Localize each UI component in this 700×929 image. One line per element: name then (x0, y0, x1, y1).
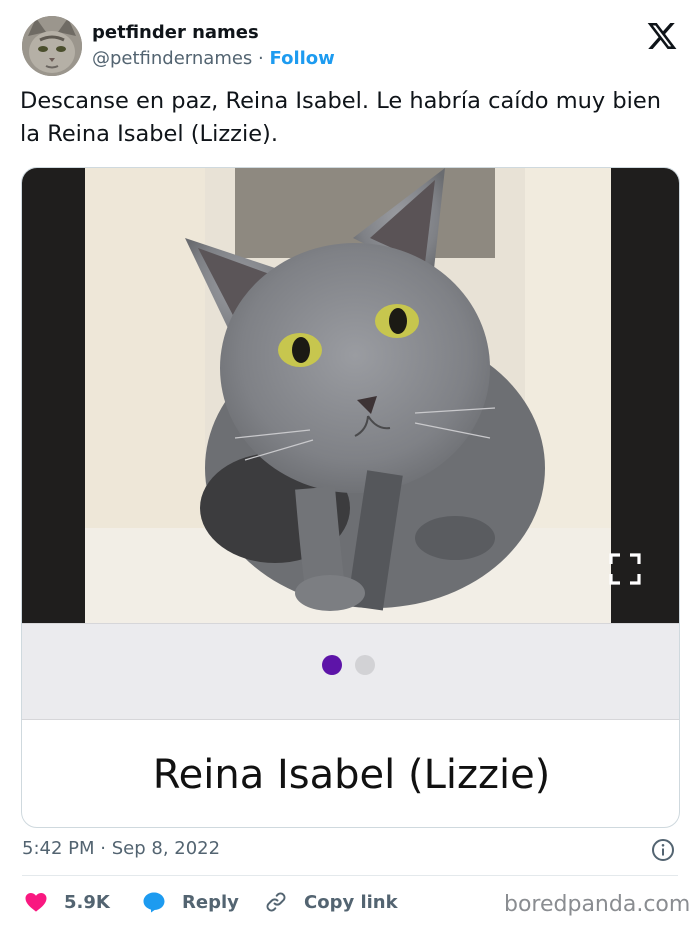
copy-link-label: Copy link (304, 891, 398, 913)
author-name[interactable]: petfinder names (92, 22, 259, 43)
timestamp-separator: · (100, 838, 106, 859)
info-icon[interactable] (651, 838, 675, 862)
author-handle[interactable]: @petfindernames (92, 48, 252, 69)
carousel-indicator (22, 623, 679, 720)
tweet-timestamp[interactable]: 5:42 PM · Sep 8, 2022 (22, 838, 220, 859)
link-card[interactable]: Reina Isabel (Lizzie) (21, 167, 680, 828)
tweet-time: 5:42 PM (22, 838, 95, 859)
like-button[interactable]: 5.9K (24, 888, 110, 916)
card-caption[interactable]: Reina Isabel (Lizzie) (22, 720, 679, 827)
like-count: 5.9K (64, 891, 110, 913)
cat-photo (85, 168, 611, 623)
card-media[interactable] (22, 168, 679, 623)
tweet-text: Descanse en paz, Reina Isabel. Le habría… (20, 88, 662, 147)
link-icon (266, 892, 286, 912)
divider (22, 875, 678, 876)
author-avatar[interactable] (22, 16, 82, 76)
speech-bubble-icon (143, 892, 165, 913)
carousel-dot-active[interactable] (322, 655, 342, 675)
author-meta: @petfindernames · Follow (92, 48, 335, 69)
carousel-dot[interactable] (355, 655, 375, 675)
meta-separator: · (258, 48, 264, 69)
expand-icon[interactable] (608, 552, 642, 586)
follow-button[interactable]: Follow (270, 48, 335, 69)
tweet-date: Sep 8, 2022 (111, 838, 221, 859)
reply-label: Reply (182, 891, 239, 913)
copy-link-button[interactable]: Copy link (264, 888, 398, 916)
reply-button[interactable]: Reply (142, 888, 239, 916)
x-logo-icon[interactable] (646, 20, 678, 52)
heart-icon (25, 893, 47, 912)
watermark: boredpanda.com (504, 892, 691, 917)
